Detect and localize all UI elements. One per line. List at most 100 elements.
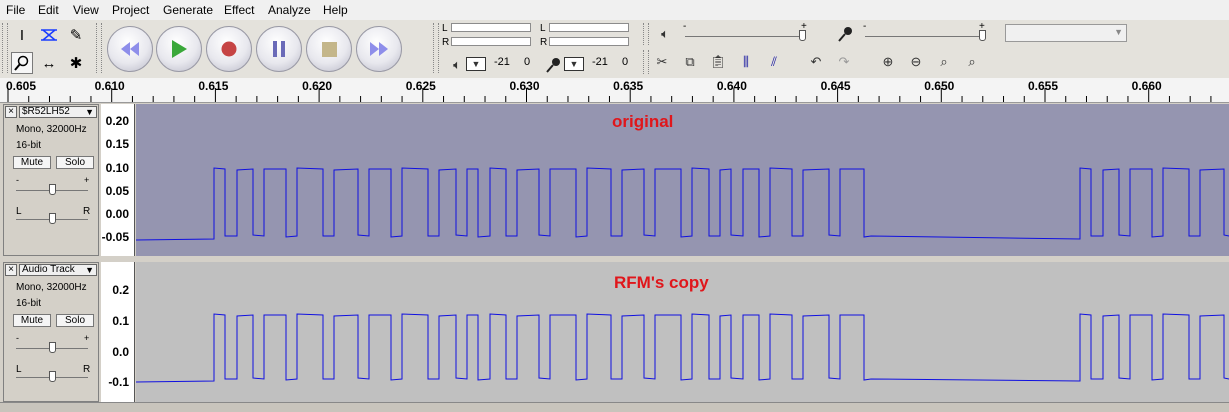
ruler-ticks: 0.605 0.610 0.615 0.620 0.625 0.630 0.635 0.640… (6, 79, 1212, 102)
menu-file[interactable]: File (6, 3, 25, 17)
pan-right-label: R (83, 364, 91, 375)
ruler-label: 0.645 (821, 79, 851, 93)
scale-label: 0.00 (105, 207, 129, 221)
track-format: Mono, 32000Hz (16, 282, 87, 293)
record-button[interactable] (206, 26, 252, 72)
gain-plus-label: + (84, 333, 90, 343)
ruler-label: 0.620 (302, 79, 332, 93)
skip-end-button[interactable] (356, 26, 402, 72)
ruler-label: 0.655 (1028, 79, 1058, 93)
menu-help[interactable]: Help (323, 3, 348, 17)
track-control-panel-2[interactable]: × Audio Track ▼ Mono, 32000Hz 16-bit Mute… (3, 262, 99, 402)
volume-minus-label: - (683, 21, 687, 32)
input-volume-icon (834, 23, 856, 45)
paste-icon[interactable]: 📋︎ (707, 51, 729, 73)
skip-start-button[interactable] (107, 26, 153, 72)
solo-button[interactable]: Solo (56, 314, 94, 327)
redo-icon[interactable]: ↷ (833, 51, 855, 73)
ruler-label: 0.650 (924, 79, 954, 93)
output-volume-icon: 🔈︎ (661, 26, 669, 41)
waveform-track-2[interactable]: RFM's copy (136, 262, 1229, 402)
timeline-ruler[interactable]: 0.605 0.610 0.615 0.620 0.625 0.630 0.635 0.640… (0, 78, 1229, 103)
input-volume-slider[interactable] (865, 36, 985, 37)
menu-edit[interactable]: Edit (38, 3, 59, 17)
scale-label: 0.05 (105, 184, 129, 198)
zoom-tool-icon[interactable] (11, 52, 33, 74)
edit-grip[interactable] (643, 50, 649, 74)
copy-icon[interactable]: ⧉ (679, 51, 701, 73)
record-meter-left (549, 23, 629, 32)
track-control-panel-1[interactable]: × $R52LH52 ▼ Mono, 32000Hz 16-bit Mute So… (3, 104, 99, 256)
track-format: Mono, 32000Hz (16, 124, 87, 135)
track-name-menu[interactable]: Audio Track ▼ (19, 264, 97, 276)
record-meter-dropdown[interactable]: ▼ (564, 57, 584, 71)
multi-tool-icon[interactable]: ✱ (65, 52, 87, 74)
chevron-down-icon: ▼ (1114, 27, 1123, 37)
speaker-icon[interactable]: 🔈︎ (446, 54, 468, 76)
transport-grip[interactable] (96, 23, 102, 73)
menu-effect[interactable]: Effect (224, 3, 254, 17)
menu-project[interactable]: Project (112, 3, 149, 17)
fit-project-icon[interactable]: ⌕ (961, 51, 983, 73)
timeshift-tool-icon[interactable]: ↔ (38, 52, 60, 74)
pan-thumb[interactable] (49, 371, 56, 382)
gain-thumb[interactable] (49, 184, 56, 195)
toolbar-grip[interactable] (2, 23, 8, 73)
scale-label: 0.10 (105, 161, 129, 175)
silence-icon[interactable]: ⫽ (763, 51, 785, 73)
cut-icon[interactable]: ✂ (651, 51, 673, 73)
undo-icon[interactable]: ↶ (805, 51, 827, 73)
chevron-down-icon: ▼ (85, 107, 94, 117)
record-db-label: -21 (592, 56, 608, 68)
menu-analyze[interactable]: Analyze (268, 3, 311, 17)
output-volume-thumb[interactable] (799, 30, 806, 41)
playback-zero-label: 0 (524, 56, 531, 68)
draw-tool-icon[interactable]: ✎ (65, 24, 87, 46)
zoom-out-icon[interactable]: ⊖ (905, 51, 927, 73)
track-bitdepth: 16-bit (16, 140, 42, 151)
gain-plus-label: + (84, 175, 90, 185)
menu-view[interactable]: View (73, 3, 99, 17)
playback-meter-dropdown[interactable]: ▼ (466, 57, 486, 71)
scale-label: 0.2 (112, 283, 129, 297)
output-volume-slider[interactable] (685, 36, 805, 37)
rec-meter-right-label: R (540, 37, 548, 48)
selection-tool-icon[interactable]: I (11, 24, 33, 46)
trim-icon[interactable]: ⫼ (735, 51, 757, 73)
menu-generate[interactable]: Generate (163, 3, 213, 17)
ruler-label: 0.625 (406, 79, 436, 93)
track-name: Audio Track (22, 264, 75, 275)
play-button[interactable] (156, 26, 202, 72)
track-annotation: RFM's copy (614, 273, 709, 292)
scale-label: 0.15 (105, 137, 129, 151)
waveform-track-1[interactable]: original (136, 104, 1229, 256)
meter-left-label: L (442, 23, 448, 34)
envelope-tool-icon[interactable] (38, 24, 60, 46)
meter-grip[interactable] (433, 23, 439, 73)
pan-thumb[interactable] (49, 213, 56, 224)
scale-label: 0.1 (112, 314, 129, 328)
stop-button[interactable] (306, 26, 352, 72)
microphone-icon[interactable] (542, 54, 564, 76)
fit-selection-icon[interactable]: ⌕ (933, 51, 955, 73)
input-source-select[interactable]: ▼ (1005, 24, 1127, 42)
scale-label: -0.05 (101, 230, 129, 244)
close-track-icon[interactable]: × (5, 106, 17, 118)
track-bitdepth: 16-bit (16, 298, 42, 309)
track-name-menu[interactable]: $R52LH52 ▼ (19, 106, 97, 118)
record-meter-right (549, 37, 629, 46)
pan-left-label: L (16, 206, 22, 217)
rec-meter-left-label: L (540, 23, 546, 34)
gain-thumb[interactable] (49, 342, 56, 353)
pan-left-label: L (16, 364, 22, 375)
track-name: $R52LH52 (22, 106, 70, 117)
mute-button[interactable]: Mute (13, 156, 51, 169)
pause-button[interactable] (256, 26, 302, 72)
solo-button[interactable]: Solo (56, 156, 94, 169)
close-track-icon[interactable]: × (5, 264, 17, 276)
zoom-in-icon[interactable]: ⊕ (877, 51, 899, 73)
mute-button[interactable]: Mute (13, 314, 51, 327)
mixer-grip[interactable] (643, 23, 649, 45)
input-volume-thumb[interactable] (979, 30, 986, 41)
playback-meter-left (451, 23, 531, 32)
